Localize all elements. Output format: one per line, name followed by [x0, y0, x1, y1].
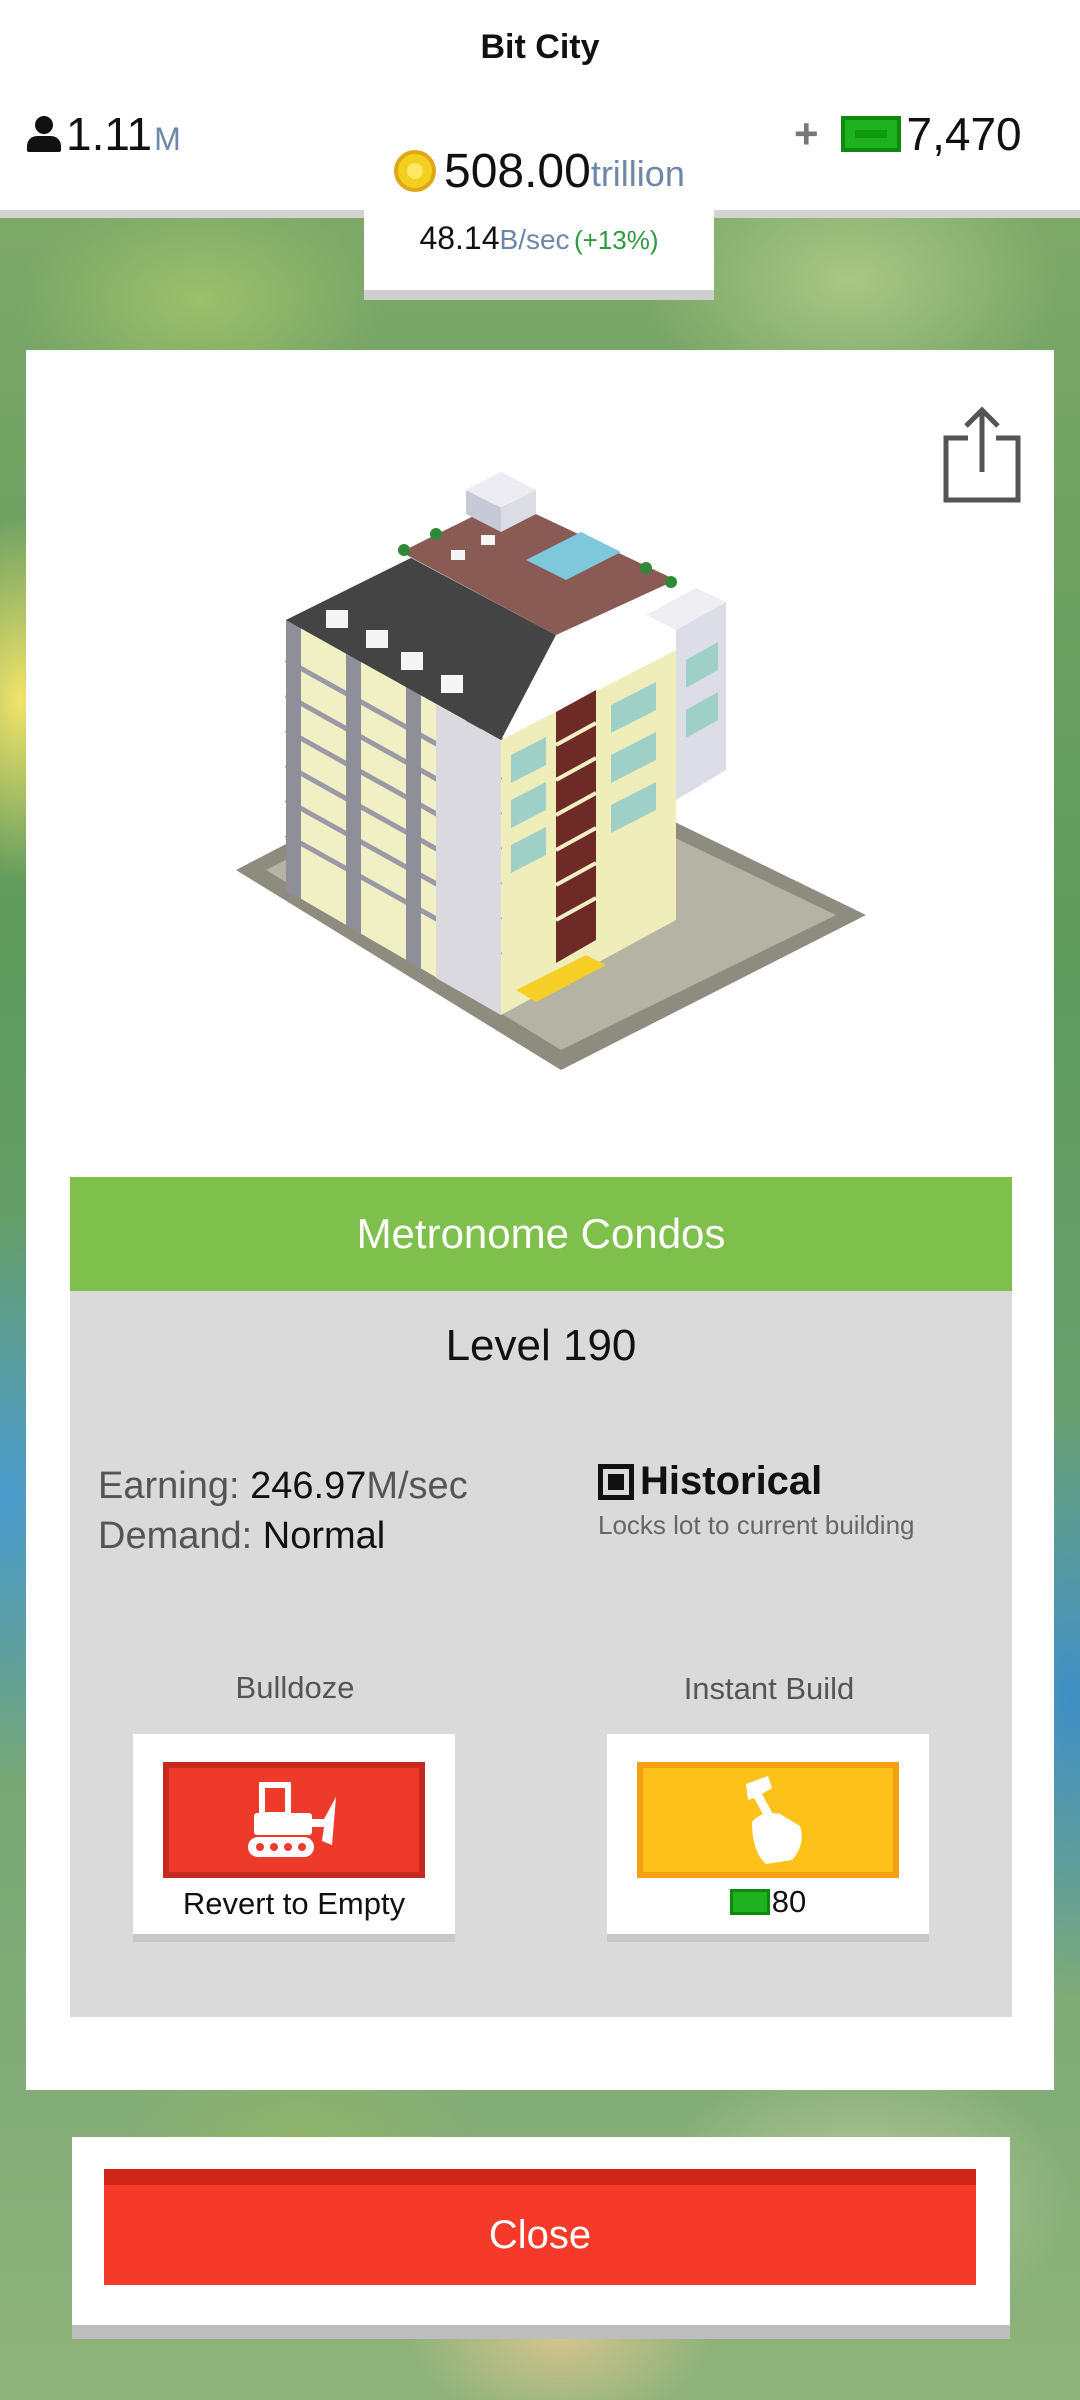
- building-card: Metronome Condos Level 190 Earning: 246.…: [26, 350, 1054, 2090]
- coins-value: 508.00: [444, 145, 591, 198]
- close-label: Close: [488, 2212, 592, 2257]
- building-level: Level 190: [445, 1321, 637, 1370]
- close-panel: Close: [72, 2137, 1010, 2339]
- instant-build-box: 80: [607, 1734, 929, 1942]
- cash-icon: [840, 116, 901, 152]
- instant-build-cost: 80: [607, 1884, 929, 1920]
- instant-build-label-text: Instant Build: [683, 1671, 855, 1706]
- bulldoze-box: Revert to Empty: [133, 1734, 455, 1942]
- cash-icon-small: [729, 1889, 770, 1915]
- historical-toggle[interactable]: Historical Locks lot to current building: [598, 1459, 915, 1541]
- historical-description: Locks lot to current building: [598, 1510, 915, 1540]
- cash-value: 7,470: [906, 108, 1022, 160]
- earning-label: Earning:: [98, 1465, 240, 1507]
- share-icon[interactable]: [932, 400, 1032, 510]
- rate-bonus: (+13%): [574, 225, 659, 255]
- city-name: Bit City: [480, 28, 600, 66]
- building-stats: Earning: 246.97M/sec Demand: Normal: [98, 1461, 468, 1561]
- bulldozer-icon: [248, 1782, 336, 1857]
- bulldoze-caption: Revert to Empty: [182, 1886, 406, 1921]
- earning-value: 246.97: [250, 1465, 367, 1507]
- instant-build-button[interactable]: [637, 1762, 899, 1878]
- rate-value: 48.14: [419, 220, 500, 256]
- coins-unit: trillion: [590, 153, 685, 194]
- income-rate: 48.14B/sec (+13%): [364, 220, 714, 257]
- cash-display[interactable]: + 7,470: [794, 104, 1022, 164]
- population-display: 1.11 M: [26, 104, 181, 164]
- hammer-hand-icon: [746, 1776, 802, 1864]
- coins-display: 508.00 trillion: [394, 132, 685, 202]
- demand-label: Demand:: [98, 1515, 253, 1557]
- building-title-bar: Metronome Condos: [70, 1177, 1012, 1291]
- population-value: 1.11: [66, 108, 153, 160]
- close-button[interactable]: Close: [104, 2169, 976, 2285]
- historical-title: Historical: [640, 1459, 823, 1503]
- instant-build-cost-value: 80: [771, 1884, 807, 1919]
- bulldoze-label-text: Bulldoze: [235, 1670, 355, 1705]
- population-unit: M: [154, 120, 181, 157]
- rate-unit: B/sec: [499, 224, 570, 255]
- earning-unit: M/sec: [366, 1465, 468, 1507]
- building-name: Metronome Condos: [356, 1210, 726, 1257]
- person-icon: [26, 116, 62, 152]
- bulldoze-button[interactable]: [163, 1762, 425, 1878]
- plus-icon[interactable]: +: [794, 110, 819, 158]
- building-image: [236, 472, 866, 1070]
- coin-icon: [394, 150, 436, 192]
- demand-value: Normal: [262, 1515, 386, 1557]
- historical-checkbox[interactable]: [598, 1463, 634, 1500]
